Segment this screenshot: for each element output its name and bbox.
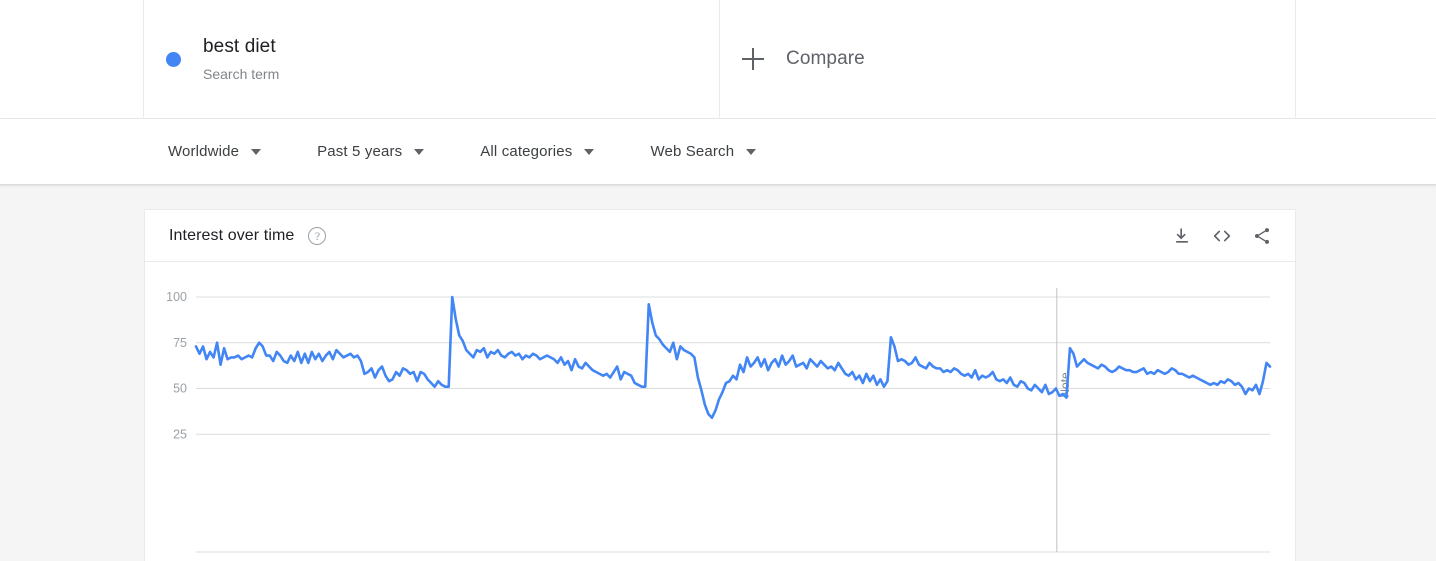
chevron-down-icon xyxy=(414,148,425,155)
y-axis-tick-label: 50 xyxy=(173,382,187,396)
search-term-card[interactable]: best diet Search term xyxy=(144,0,720,118)
chart-line-best-diet xyxy=(194,295,1272,420)
page-title: Interest over time xyxy=(169,226,295,244)
compare-label: Compare xyxy=(786,48,865,69)
chevron-down-icon xyxy=(746,148,757,155)
filter-bar: Worldwide Past 5 years All categories We… xyxy=(0,119,1436,185)
filter-search-type-label: Web Search xyxy=(650,143,735,160)
annotation-label: Note xyxy=(1058,372,1072,398)
plus-icon xyxy=(742,48,764,70)
filter-location-label: Worldwide xyxy=(168,143,240,160)
filter-time-range[interactable]: Past 5 years xyxy=(317,143,425,160)
search-term-subtitle: Search term xyxy=(203,65,280,82)
share-icon[interactable] xyxy=(1251,225,1273,247)
series-color-dot xyxy=(166,51,181,67)
filter-category[interactable]: All categories xyxy=(480,143,595,160)
help-icon[interactable]: ? xyxy=(308,226,327,245)
search-term-title: best diet xyxy=(203,35,276,57)
interest-over-time-chart[interactable]: 100755025Jan 21, 20…Jul 21, 2019Jan 17, … xyxy=(145,262,1295,561)
filter-location[interactable]: Worldwide xyxy=(168,143,262,160)
chart-svg: 100755025Jan 21, 20…Jul 21, 2019Jan 17, … xyxy=(166,288,1272,553)
terms-left-gutter xyxy=(0,0,144,118)
chevron-down-icon xyxy=(251,148,262,155)
interest-over-time-card: Interest over time ? 100 75 50 25 Note xyxy=(144,209,1296,561)
y-axis-tick-label: 25 xyxy=(173,427,187,441)
search-terms-row: best diet Search term Compare xyxy=(0,0,1436,119)
filter-category-label: All categories xyxy=(480,143,573,160)
y-axis-tick-label: 75 xyxy=(173,336,187,350)
content-area: Interest over time ? 100 75 50 25 Note xyxy=(0,185,1436,561)
y-axis-tick-label: 100 xyxy=(166,290,187,304)
card-header: Interest over time ? xyxy=(145,210,1295,262)
download-icon[interactable] xyxy=(1171,225,1193,247)
filter-search-type[interactable]: Web Search xyxy=(650,143,757,160)
add-comparison-button[interactable]: Compare xyxy=(720,0,1296,118)
chevron-down-icon xyxy=(584,148,595,155)
embed-icon[interactable] xyxy=(1211,225,1233,247)
filter-time-range-label: Past 5 years xyxy=(317,143,403,160)
terms-right-gutter xyxy=(1296,0,1436,118)
